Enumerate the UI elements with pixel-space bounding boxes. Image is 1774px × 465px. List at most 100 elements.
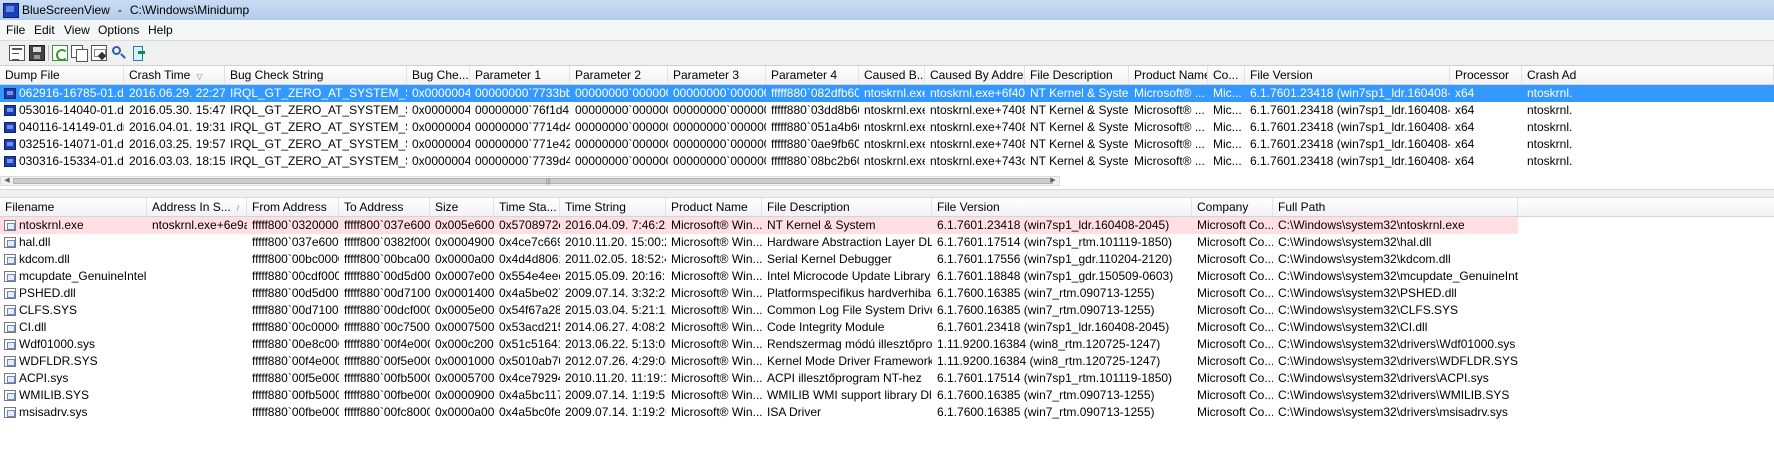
col-company[interactable]: Co... [1208,66,1245,84]
cell: 00000000`00000000 [673,154,766,168]
cell: 6.1.7601.23418 (win7sp1_ldr.160408-2045) [1250,137,1450,151]
cell: ntoskrnl.exe [864,86,925,100]
menu-view[interactable]: View [64,23,90,37]
col-dump-file[interactable]: Dump File [0,66,124,84]
cell: NT Kernel & System [1030,103,1129,117]
col-caused-by-address[interactable]: Caused By Address [925,66,1025,84]
scroll-left-icon[interactable]: ◀ [2,177,12,185]
crash-dump-row[interactable]: 062916-16785-01.dmp 2016.06.29. 22:27:13 I… [0,85,1774,102]
cell: fffff880`00dcf000 [344,303,430,317]
col-bug-check-code[interactable]: Bug Che... [407,66,470,84]
cell: 0x53acd215 [499,320,560,334]
menu-help[interactable]: Help [148,23,173,37]
driver-row[interactable]: CI.dll fffff880`00c00000 fffff880`00c75000… [0,319,1518,336]
crash-dump-row[interactable]: 030316-15334-01.dmp 2016.03.03. 18:15:42 I… [0,153,1774,170]
col-parameter-2[interactable]: Parameter 2 [570,66,668,84]
driver-row[interactable]: msisadrv.sys fffff880`00fbe000 fffff880`00… [0,404,1518,421]
col-file-description[interactable]: File Description [762,198,932,216]
crash-dump-row[interactable]: 053016-14040-01.dmp 2016.05.30. 15:47:17 I… [0,102,1774,119]
col-bug-check-string[interactable]: Bug Check String [225,66,407,84]
exit-icon[interactable] [130,45,146,61]
cell: Microsoft® Win... [671,354,762,368]
col-crash-time[interactable]: Crash Time ▽ [124,66,225,84]
cell: 00000000`771e42a [475,137,570,151]
driver-list-header: Filename Address In S... / From Address T… [0,198,1774,217]
cell: kdcom.dll [19,252,70,266]
cell [147,319,247,336]
cell: ACPI.sys [19,371,69,385]
col-file-version[interactable]: File Version [932,198,1192,216]
horizontal-scrollbar[interactable]: ◀ ||| ▶ [0,176,1060,186]
col-crash-address[interactable]: Crash Ad [1522,66,1774,84]
crash-dump-row[interactable]: 040116-14149-01.dmp 2016.04.01. 19:31:50 I… [0,119,1774,136]
cell: WMILIB WMI support library Dll [767,388,932,402]
driver-row[interactable]: mcupdate_GenuineIntel.dll fffff880`00cdf0… [0,268,1518,285]
cell: fffff880`03dd8b60 [771,103,859,117]
driver-row[interactable]: ACPI.sys fffff880`00f5e000 fffff880`00fb50… [0,370,1518,387]
driver-row[interactable]: hal.dll fffff800`037e6000 fffff800`0382f00… [0,234,1518,251]
col-address-in-stack[interactable]: Address In S... / [147,198,247,216]
cell [147,404,247,421]
cell: 6.1.7600.16385 (win7_rtm.090713-1255) [937,286,1155,300]
col-to-address[interactable]: To Address [339,198,430,216]
cell: NT Kernel & System [767,218,876,232]
col-parameter-3[interactable]: Parameter 3 [668,66,766,84]
col-caused-by-driver[interactable]: Caused B... [859,66,925,84]
menu-options[interactable]: Options [98,23,139,37]
col-company[interactable]: Company [1192,198,1273,216]
driver-row[interactable]: PSHED.dll fffff880`00d5d000 fffff880`00d71… [0,285,1518,302]
col-parameter-1[interactable]: Parameter 1 [470,66,570,84]
scroll-right-icon[interactable]: ▶ [1048,177,1058,185]
select-icon[interactable] [91,45,107,61]
col-from-address[interactable]: From Address [247,198,339,216]
find-icon[interactable] [111,45,127,61]
copy-icon[interactable] [71,45,88,62]
driver-row[interactable]: kdcom.dll fffff800`00bc0000 fffff800`00bca… [0,251,1518,268]
cell: fffff880`00f4e000 [252,354,339,368]
crash-dump-row[interactable]: 032516-14071-01.dmp 2016.03.25. 19:57:31 I… [0,136,1774,153]
cell: Mic... [1213,137,1242,151]
cell [147,251,247,268]
driver-row[interactable]: CLFS.SYS fffff880`00d71000 fffff880`00dcf0… [0,302,1518,319]
pane-splitter[interactable] [0,189,1774,198]
col-product-name[interactable]: Product Name [666,198,762,216]
menu-file[interactable]: File [6,23,25,37]
properties-icon[interactable] [9,45,25,61]
driver-list[interactable]: Filename Address In S... / From Address T… [0,198,1774,465]
cell: 0x00057000 [435,371,494,385]
menu-edit[interactable]: Edit [34,23,55,37]
cell: CLFS.SYS [19,303,78,317]
driver-row[interactable]: WMILIB.SYS fffff880`00fb5000 fffff880`00fb… [0,387,1518,404]
col-file-description[interactable]: File Description [1025,66,1129,84]
cell: ISA Driver [767,405,822,419]
cell: Microsoft Co... [1197,235,1273,249]
cell: Microsoft Co... [1197,388,1273,402]
col-parameter-4[interactable]: Parameter 4 [766,66,859,84]
col-file-version[interactable]: File Version [1245,66,1450,84]
scrollbar-thumb[interactable]: ||| [13,178,1053,185]
col-filename[interactable]: Filename [0,198,147,216]
save-icon[interactable] [29,45,45,61]
title-bar: BlueScreenView - C:\Windows\Minidump [0,0,1774,21]
driver-row[interactable]: Wdf01000.sys fffff880`00e8c000 fffff880`00… [0,336,1518,353]
cell: C:\Windows\system32\drivers\WDFLDR.SYS [1278,354,1518,368]
cell: 0x0000a000 [435,405,494,419]
cell: Microsoft® ... [1134,86,1205,100]
col-size[interactable]: Size [430,198,494,216]
bluescreenview-app-icon[interactable] [3,3,19,18]
col-full-path[interactable]: Full Path [1273,198,1518,216]
cell: 00000000`7739d42a [475,154,570,168]
col-time-string[interactable]: Time String [560,198,666,216]
crash-dump-list[interactable]: Dump File Crash Time ▽ Bug Check String B… [0,66,1774,176]
col-processor[interactable]: Processor [1450,66,1522,84]
cell: fffff800`00bca000 [344,252,430,266]
cell: 2015.03.04. 5:21:12 [565,303,666,317]
cell: 00000000`7714d42a [475,120,570,134]
cell: Microsoft® Win... [671,405,762,419]
col-time-stamp[interactable]: Time Sta... [494,198,560,216]
col-product-name[interactable]: Product Name [1129,66,1208,84]
cell: C:\Windows\system32\drivers\Wdf01000.sys [1278,337,1516,351]
driver-row[interactable]: ntoskrnl.exe ntoskrnl.exe+6e9a9 fffff800`0… [0,217,1518,234]
driver-row[interactable]: WDFLDR.SYS fffff880`00f4e000 fffff880`00f5… [0,353,1518,370]
refresh-icon[interactable] [52,45,68,61]
